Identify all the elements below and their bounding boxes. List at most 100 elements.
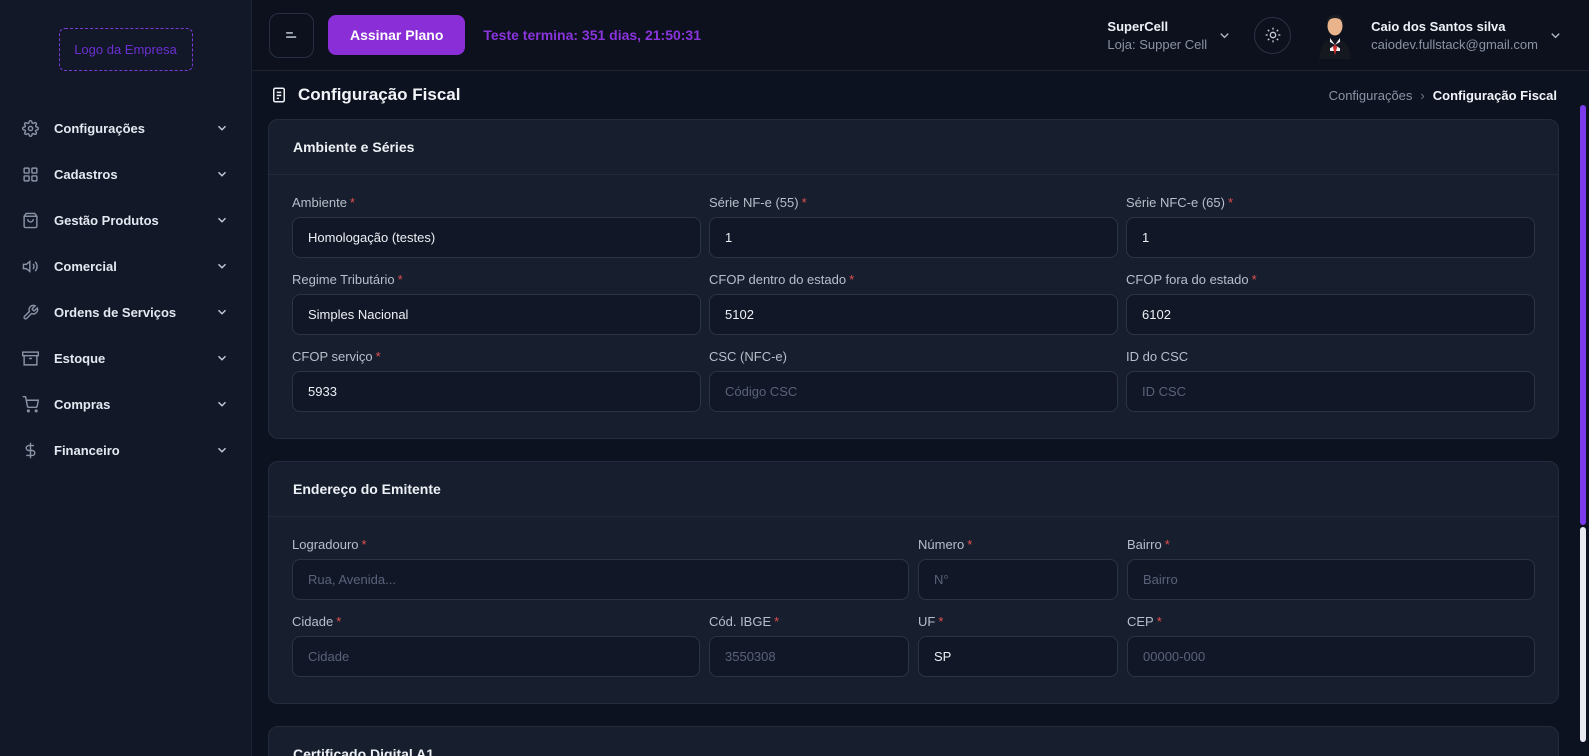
sidebar-item-label: Ordens de Serviços bbox=[54, 305, 176, 320]
field-serie-nfce: Série NFC-e (65)* bbox=[1126, 195, 1535, 258]
field-uf: UF* bbox=[918, 614, 1118, 677]
avatar[interactable] bbox=[1315, 11, 1355, 59]
sidebar-item-comercial[interactable]: Comercial bbox=[0, 243, 251, 289]
dollar-icon bbox=[22, 442, 39, 459]
id-csc-input[interactable] bbox=[1126, 371, 1535, 412]
required-mark: * bbox=[350, 195, 355, 210]
user-menu[interactable]: Caio dos Santos silva caiodev.fullstack@… bbox=[1371, 19, 1563, 52]
theme-toggle-button[interactable] bbox=[1254, 17, 1291, 54]
bairro-input[interactable] bbox=[1127, 559, 1535, 600]
breadcrumb: Configurações › Configuração Fiscal bbox=[1329, 88, 1557, 103]
cfop-dentro-estado-input[interactable] bbox=[709, 294, 1118, 335]
card-title: Endereço do Emitente bbox=[269, 462, 1558, 517]
top-header: Assinar Plano Teste termina: 351 dias, 2… bbox=[252, 0, 1589, 71]
required-mark: * bbox=[774, 614, 779, 629]
sidebar-item-cadastros[interactable]: Cadastros bbox=[0, 151, 251, 197]
store-selector[interactable]: SuperCell Loja: Supper Cell bbox=[1107, 19, 1232, 52]
header-right-cluster: SuperCell Loja: Supper Cell Ca bbox=[1107, 11, 1563, 59]
required-mark: * bbox=[1228, 195, 1233, 210]
cep-input[interactable] bbox=[1127, 636, 1535, 677]
field-serie-nfe: Série NF-e (55)* bbox=[709, 195, 1118, 258]
cidade-input[interactable] bbox=[292, 636, 700, 677]
chevron-down-icon bbox=[215, 397, 229, 411]
chevron-down-icon bbox=[1548, 28, 1563, 43]
grid-icon bbox=[22, 166, 39, 183]
breadcrumb-current: Configuração Fiscal bbox=[1433, 88, 1557, 103]
chevron-down-icon bbox=[1217, 28, 1232, 43]
company-logo-placeholder: Logo da Empresa bbox=[59, 28, 193, 71]
chevron-down-icon bbox=[215, 443, 229, 457]
logradouro-input[interactable] bbox=[292, 559, 909, 600]
serie-nfe-input[interactable] bbox=[709, 217, 1118, 258]
field-id-csc: ID do CSC bbox=[1126, 349, 1535, 412]
field-cfop-fora-estado: CFOP fora do estado* bbox=[1126, 272, 1535, 335]
card-certificado-digital: Certificado Digital A1 bbox=[268, 726, 1559, 756]
sidebar-item-financeiro[interactable]: Financeiro bbox=[0, 427, 251, 473]
sidebar-item-label: Financeiro bbox=[54, 443, 120, 458]
receipt-icon bbox=[270, 86, 288, 104]
numero-input[interactable] bbox=[918, 559, 1118, 600]
serie-nfce-input[interactable] bbox=[1126, 217, 1535, 258]
main-content: Configuração Fiscal Configurações › Conf… bbox=[252, 71, 1589, 756]
menu-icon bbox=[282, 25, 302, 45]
required-mark: * bbox=[938, 614, 943, 629]
sidebar-toggle-button[interactable] bbox=[269, 13, 314, 58]
sidebar-item-compras[interactable]: Compras bbox=[0, 381, 251, 427]
logo-text: Logo da Empresa bbox=[74, 42, 177, 57]
required-mark: * bbox=[802, 195, 807, 210]
required-mark: * bbox=[362, 537, 367, 552]
cfop-fora-estado-input[interactable] bbox=[1126, 294, 1535, 335]
required-mark: * bbox=[398, 272, 403, 287]
uf-input[interactable] bbox=[918, 636, 1118, 677]
cfop-servico-input[interactable] bbox=[292, 371, 701, 412]
cod-ibge-input[interactable] bbox=[709, 636, 909, 677]
sidebar-item-estoque[interactable]: Estoque bbox=[0, 335, 251, 381]
required-mark: * bbox=[336, 614, 341, 629]
scrollbar-thumb[interactable] bbox=[1580, 105, 1586, 525]
field-csc-nfce: CSC (NFC-e) bbox=[709, 349, 1118, 412]
field-cfop-dentro-estado: CFOP dentro do estado* bbox=[709, 272, 1118, 335]
chevron-down-icon bbox=[215, 351, 229, 365]
chevron-down-icon bbox=[215, 167, 229, 181]
regime-tributario-input[interactable] bbox=[292, 294, 701, 335]
field-numero: Número* bbox=[918, 537, 1118, 600]
csc-nfce-input[interactable] bbox=[709, 371, 1118, 412]
breadcrumb-parent[interactable]: Configurações bbox=[1329, 88, 1413, 103]
page-title: Configuração Fiscal bbox=[298, 85, 460, 105]
sidebar-item-label: Configurações bbox=[54, 121, 145, 136]
required-mark: * bbox=[849, 272, 854, 287]
user-name: Caio dos Santos silva bbox=[1371, 19, 1538, 34]
store-name: SuperCell bbox=[1107, 19, 1207, 34]
chevron-down-icon bbox=[215, 305, 229, 319]
chevron-down-icon bbox=[215, 121, 229, 135]
megaphone-icon bbox=[22, 258, 39, 275]
required-mark: * bbox=[1252, 272, 1257, 287]
card-ambiente-series: Ambiente e Séries Ambiente* Série NF-e (… bbox=[268, 119, 1559, 439]
sidebar-item-configuracoes[interactable]: Configurações bbox=[0, 105, 251, 151]
ambiente-input[interactable] bbox=[292, 217, 701, 258]
subscribe-plan-button[interactable]: Assinar Plano bbox=[328, 15, 465, 55]
field-logradouro: Logradouro* bbox=[292, 537, 909, 600]
field-ambiente: Ambiente* bbox=[292, 195, 701, 258]
chevron-down-icon bbox=[215, 213, 229, 227]
page-title-row: Configuração Fiscal Configurações › Conf… bbox=[270, 85, 1557, 105]
store-subtitle: Loja: Supper Cell bbox=[1107, 37, 1207, 52]
field-cidade: Cidade* bbox=[292, 614, 700, 677]
field-cod-ibge: Cód. IBGE* bbox=[709, 614, 909, 677]
sidebar-item-ordens-de-servicos[interactable]: Ordens de Serviços bbox=[0, 289, 251, 335]
sidebar: Logo da Empresa Configurações Cadastros … bbox=[0, 0, 252, 756]
shopping-bag-icon bbox=[22, 212, 39, 229]
required-mark: * bbox=[1165, 537, 1170, 552]
sidebar-item-gestao-produtos[interactable]: Gestão Produtos bbox=[0, 197, 251, 243]
scrollbar-track[interactable] bbox=[1580, 527, 1586, 742]
card-title: Certificado Digital A1 bbox=[269, 727, 1558, 756]
sidebar-item-label: Compras bbox=[54, 397, 110, 412]
wrench-icon bbox=[22, 304, 39, 321]
field-cep: CEP* bbox=[1127, 614, 1535, 677]
trial-countdown-text: Teste termina: 351 dias, 21:50:31 bbox=[483, 27, 701, 43]
field-bairro: Bairro* bbox=[1127, 537, 1535, 600]
gear-icon bbox=[22, 120, 39, 137]
breadcrumb-separator: › bbox=[1420, 88, 1424, 103]
archive-box-icon bbox=[22, 350, 39, 367]
field-cfop-servico: CFOP serviço* bbox=[292, 349, 701, 412]
